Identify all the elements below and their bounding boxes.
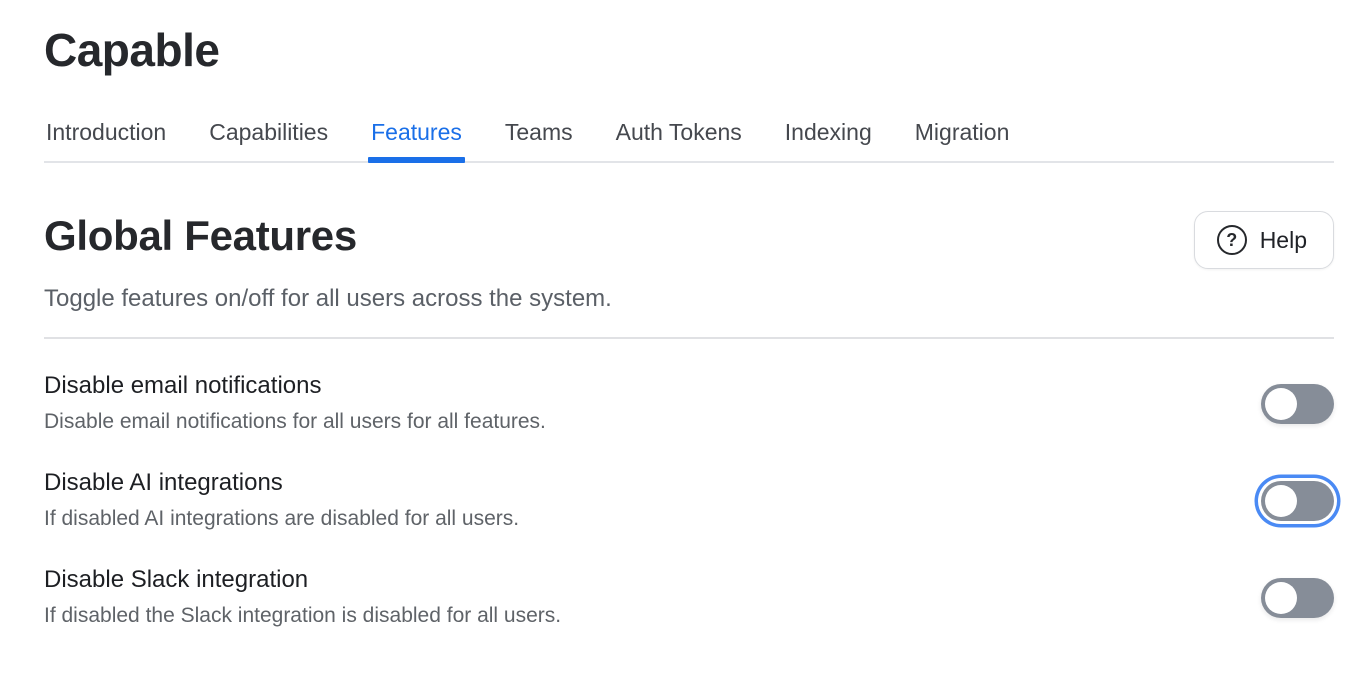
section-title: Global Features: [44, 210, 357, 263]
feature-title: Disable Slack integration: [44, 566, 561, 595]
feature-title: Disable AI integrations: [44, 469, 519, 498]
feature-title: Disable email notifications: [44, 372, 546, 401]
tab-teams[interactable]: Teams: [503, 118, 575, 162]
feature-text: Disable email notifications Disable emai…: [44, 372, 546, 436]
tab-introduction[interactable]: Introduction: [44, 118, 168, 162]
toggle-knob: [1265, 582, 1297, 614]
section-subtitle: Toggle features on/off for all users acr…: [44, 283, 1334, 314]
toggle-disable-slack-integration[interactable]: [1261, 578, 1334, 618]
toggle-knob: [1265, 388, 1297, 420]
toggle-disable-email-notifications[interactable]: [1261, 384, 1334, 424]
toggle-disable-ai-integrations[interactable]: [1261, 481, 1334, 521]
help-button[interactable]: ? Help: [1194, 211, 1334, 269]
feature-row-ai-integrations: Disable AI integrations If disabled AI i…: [44, 469, 1334, 533]
section-divider: [44, 337, 1334, 339]
feature-description: Disable email notifications for all user…: [44, 409, 546, 435]
tab-bar: Introduction Capabilities Features Teams…: [44, 118, 1334, 164]
feature-description: If disabled the Slack integration is dis…: [44, 603, 561, 629]
page-title: Capable: [44, 0, 1334, 80]
tab-features[interactable]: Features: [369, 118, 464, 162]
question-circle-icon: ?: [1217, 225, 1247, 255]
tab-capabilities[interactable]: Capabilities: [207, 118, 330, 162]
feature-row-email-notifications: Disable email notifications Disable emai…: [44, 372, 1334, 436]
feature-row-slack-integration: Disable Slack integration If disabled th…: [44, 566, 1334, 630]
feature-text: Disable Slack integration If disabled th…: [44, 566, 561, 630]
tab-auth-tokens[interactable]: Auth Tokens: [614, 118, 744, 162]
feature-description: If disabled AI integrations are disabled…: [44, 506, 519, 532]
feature-text: Disable AI integrations If disabled AI i…: [44, 469, 519, 533]
toggle-knob: [1265, 485, 1297, 517]
tab-migration[interactable]: Migration: [913, 118, 1012, 162]
tab-indexing[interactable]: Indexing: [783, 118, 874, 162]
section-header: Global Features ? Help: [44, 203, 1334, 269]
settings-page: Capable Introduction Capabilities Featur…: [0, 0, 1372, 694]
help-button-label: Help: [1260, 227, 1307, 254]
